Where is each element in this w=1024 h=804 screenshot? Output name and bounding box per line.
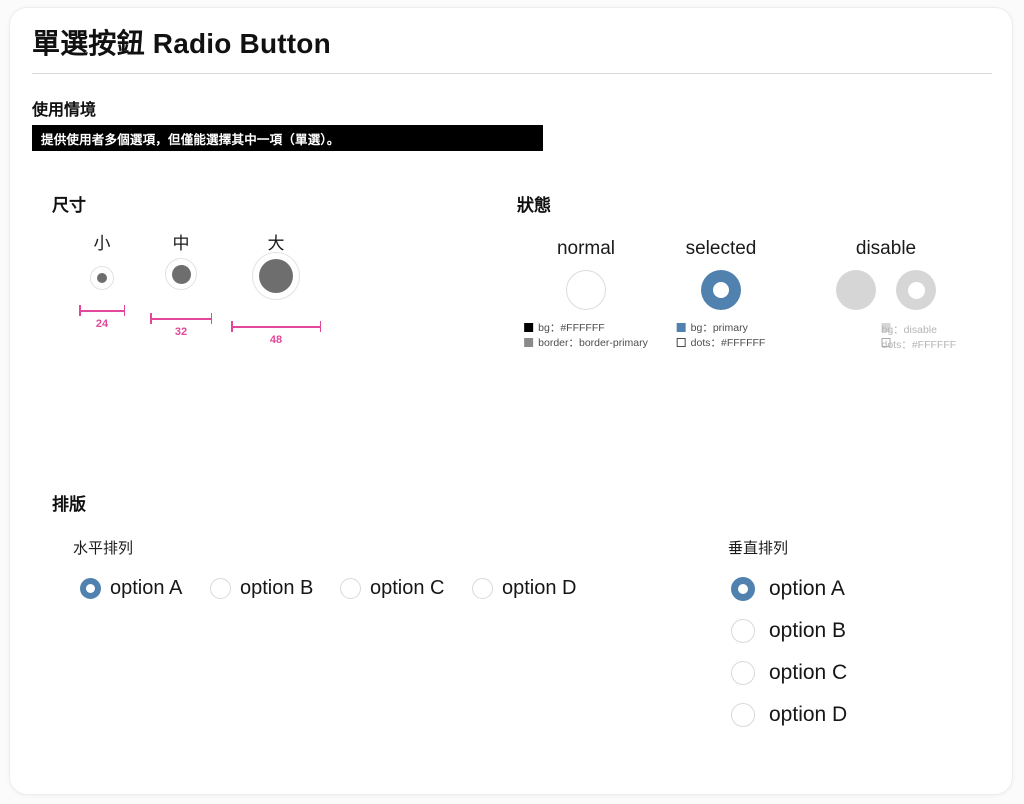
color-swatch-icon: [676, 323, 686, 332]
radio-option-vertical[interactable]: option D: [731, 703, 847, 727]
radio-option-vertical[interactable]: option A: [731, 577, 845, 601]
legend-row: dots：#FFFFFF: [881, 335, 956, 351]
dimension-marker: 24: [79, 305, 125, 330]
radio-dot: [713, 282, 729, 298]
legend-text: dots：#FFFFFF: [690, 337, 766, 349]
color-swatch-icon: [676, 338, 686, 347]
radio-option-label: option B: [769, 619, 847, 642]
radio-disable-solid: [836, 270, 876, 310]
radio-option-horizontal[interactable]: option A: [80, 577, 182, 600]
legend-text: dots：#FFFFFF: [881, 338, 957, 351]
legend-text: bg：#FFFFFF: [538, 322, 605, 334]
dimension-value: 32: [174, 326, 188, 338]
legend-text: bg：disable: [881, 323, 937, 336]
radio-button-icon[interactable]: [731, 619, 755, 643]
dimension-bar: [150, 318, 212, 320]
dimension-cap-left: [79, 305, 81, 316]
radio-dot: [171, 264, 191, 284]
legend-row: bg：disable: [881, 320, 937, 336]
radio-disable-ring: [896, 270, 936, 310]
radio-normal[interactable]: [566, 270, 606, 310]
horizontal-layout-label: 水平排列: [73, 540, 134, 557]
dimension-bar: [231, 326, 321, 328]
state-legend: bg：disable dots：#FFFFFF: [881, 320, 956, 351]
section-heading-layout: 排版: [52, 495, 86, 514]
dimension-cap-left: [150, 313, 152, 324]
dimension-marker: 48: [231, 321, 321, 346]
radio-option-label: option A: [110, 577, 183, 599]
color-swatch-icon: [524, 323, 534, 332]
state-group: disable bg：disable dots：#FFFFFF: [786, 238, 986, 358]
dimension-cap-left: [231, 321, 233, 332]
usage-heading: 使用情境: [32, 102, 97, 119]
radio-size-preview[interactable]: [252, 252, 300, 300]
legend-text: bg：primary: [690, 322, 748, 334]
radio-dot: [738, 584, 748, 594]
radio-size-preview[interactable]: [90, 266, 114, 290]
radio-option-horizontal[interactable]: option C: [340, 577, 445, 600]
state-preview: [786, 270, 986, 310]
radio-button-icon[interactable]: [731, 703, 755, 727]
radio-option-horizontal[interactable]: option D: [472, 577, 577, 600]
radio-button-icon[interactable]: [210, 578, 231, 599]
page-root: 單選按鈕 Radio Button 使用情境 提供使用者多個選項，但僅能選擇其中…: [0, 0, 1024, 804]
section-heading-states: 狀態: [517, 196, 551, 215]
radio-selected[interactable]: [701, 270, 741, 310]
state-legend: bg：primary dots：#FFFFFF: [676, 320, 766, 350]
dimension-cap-right: [319, 321, 321, 332]
radio-option-label: option D: [502, 577, 577, 599]
legend-row: dots：#FFFFFF: [676, 335, 766, 350]
radio-option-label: option C: [370, 577, 445, 599]
title-divider: [32, 73, 992, 74]
radio-option-label: option B: [240, 577, 314, 599]
usage-description: 提供使用者多個選項，但僅能選擇其中一項（單選）。: [41, 132, 340, 147]
size-label: 中: [172, 234, 190, 253]
radio-button-icon[interactable]: [472, 578, 493, 599]
radio-option-horizontal[interactable]: option B: [210, 577, 313, 600]
dimension-marker: 32: [150, 313, 212, 338]
radio-option-label: option C: [769, 661, 848, 684]
radio-button-icon[interactable]: [80, 578, 101, 599]
dimension-value: 48: [269, 334, 283, 346]
radio-size-preview[interactable]: [165, 258, 197, 290]
dimension-cap-right: [123, 305, 125, 316]
radio-dot: [907, 281, 925, 299]
radio-dot: [86, 584, 95, 593]
legend-row: bg：primary: [676, 320, 766, 335]
radio-option-vertical[interactable]: option C: [731, 661, 847, 685]
radio-dot: [97, 273, 107, 283]
state-label: disable: [855, 238, 917, 259]
dimension-bar: [79, 310, 125, 312]
radio-dot: [259, 259, 293, 293]
radio-option-vertical[interactable]: option B: [731, 619, 846, 643]
radio-button-icon[interactable]: [731, 577, 755, 601]
spec-card: 單選按鈕 Radio Button 使用情境 提供使用者多個選項，但僅能選擇其中…: [9, 7, 1013, 795]
section-heading-sizes: 尺寸: [52, 196, 86, 215]
vertical-layout-label: 垂直排列: [728, 540, 789, 557]
size-label: 大: [267, 234, 285, 253]
radio-option-label: option A: [769, 577, 845, 600]
dimension-cap-right: [210, 313, 212, 324]
dimension-value: 24: [95, 318, 109, 330]
color-swatch-icon: [524, 338, 534, 347]
usage-banner: 提供使用者多個選項，但僅能選擇其中一項（單選）。: [32, 125, 543, 151]
radio-button-icon[interactable]: [340, 578, 361, 599]
radio-button-icon[interactable]: [731, 661, 755, 685]
radio-option-label: option D: [769, 703, 848, 726]
page-title: 單選按鈕 Radio Button: [32, 28, 331, 59]
